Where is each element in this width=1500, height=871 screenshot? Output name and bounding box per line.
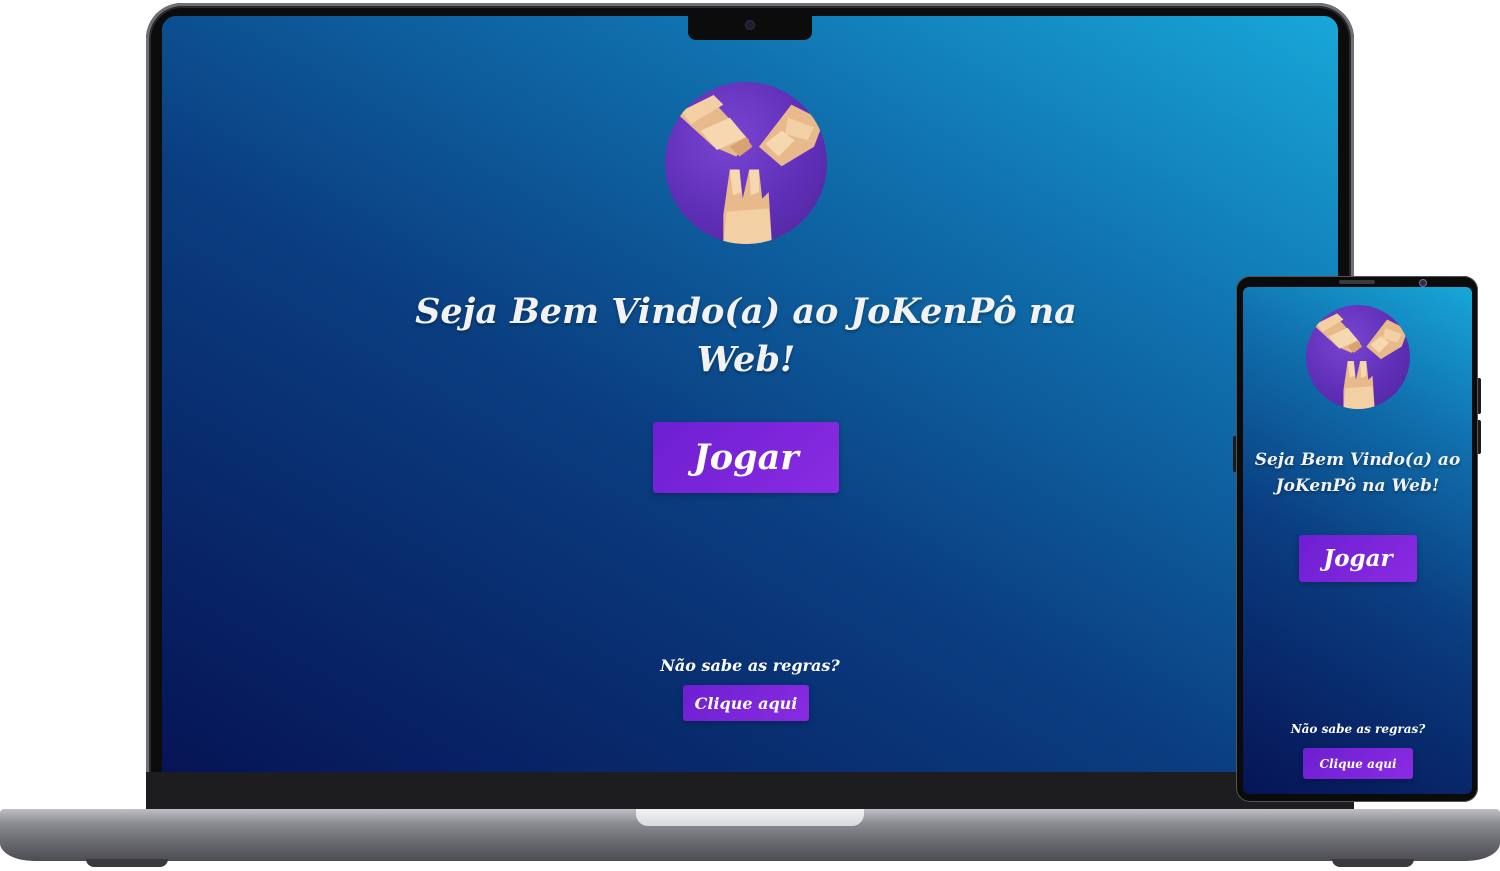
phone-camera-icon <box>1420 280 1426 286</box>
page-title: Seja Bem Vindo(a) ao JoKenPô na Web! <box>1254 450 1461 496</box>
laptop-base <box>0 809 1500 861</box>
rules-question: Não sabe as regras? <box>1290 722 1426 736</box>
play-button[interactable]: Jogar <box>1299 535 1417 582</box>
rules-question: Não sabe as regras? <box>660 656 840 675</box>
scissors-hand-icon <box>1343 361 1375 409</box>
laptop-chin <box>146 772 1354 810</box>
camera-icon <box>746 21 754 29</box>
scissors-hand-icon <box>723 169 772 244</box>
rock-paper-scissors-hands-icon <box>1306 305 1410 409</box>
phone-screen: Seja Bem Vindo(a) ao JoKenPô na Web! Jog… <box>1243 287 1472 794</box>
rules-button[interactable]: Clique aqui <box>683 685 809 721</box>
play-button[interactable]: Jogar <box>653 422 839 493</box>
rock-hand-icon <box>758 104 824 167</box>
page-title: Seja Bem Vindo(a) ao JoKenPô na Web! <box>415 291 1077 380</box>
paper-hand-icon <box>677 94 753 157</box>
laptop-notch <box>688 16 812 40</box>
laptop-foot-right <box>1332 859 1414 867</box>
desktop-app: Seja Bem Vindo(a) ao JoKenPô na Web! Jog… <box>162 16 1338 772</box>
rules-button[interactable]: Clique aqui <box>1303 748 1413 779</box>
phone-speaker <box>1339 280 1375 284</box>
rock-hand-icon <box>1366 319 1408 360</box>
laptop-foot-left <box>86 859 168 867</box>
laptop-screen: Seja Bem Vindo(a) ao JoKenPô na Web! Jog… <box>162 16 1338 772</box>
paper-hand-icon <box>1314 313 1363 353</box>
mobile-app: Seja Bem Vindo(a) ao JoKenPô na Web! Jog… <box>1243 287 1472 794</box>
laptop-opening-notch <box>636 809 864 826</box>
rock-paper-scissors-hands-icon <box>665 82 827 244</box>
